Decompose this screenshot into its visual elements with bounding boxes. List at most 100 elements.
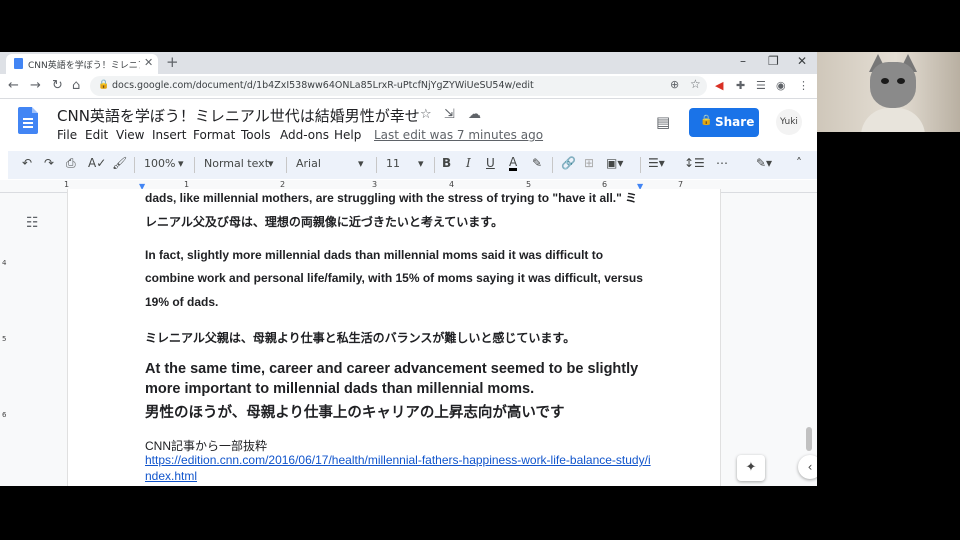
explore-icon[interactable]: ✦	[737, 455, 765, 481]
article-link-line-2[interactable]: ndex.html	[145, 469, 197, 483]
zoom-select[interactable]: 100%	[144, 157, 175, 170]
webcam-overlay	[817, 52, 960, 132]
docs-favicon-icon	[14, 58, 23, 69]
close-window-button[interactable]: ✕	[797, 54, 807, 68]
italic-icon[interactable]: I	[466, 156, 471, 170]
spellcheck-icon[interactable]: A✓	[88, 156, 106, 170]
bookmark-star-icon[interactable]: ☆	[690, 77, 701, 91]
scrollbar-thumb[interactable]	[806, 427, 812, 451]
ruler-number: 5	[526, 180, 532, 189]
extension-megaphone-icon[interactable]: ◀	[715, 79, 723, 92]
paragraph-5: CNN記事から一部抜粋	[145, 439, 267, 453]
paragraph-2-line-2: combine work and personal life/family, w…	[145, 271, 643, 285]
more-icon[interactable]: ⋯	[716, 156, 728, 170]
tab-strip: CNN英語を学ぼう！ミレニアル世代は ✕ + – ❐ ✕	[0, 52, 817, 74]
ruler-number: 1	[184, 180, 190, 189]
forward-icon[interactable]: →	[30, 78, 41, 93]
paragraph-4-line-3: 男性のほうが、母親より仕事上のキャリアの上昇志向が高いです	[145, 405, 565, 421]
document-canvas: 4 5 6 ☷ dads, like millennial mothers, a…	[0, 189, 817, 486]
omnibox[interactable]: 🔒 docs.google.com/document/d/1b4ZxI538ww…	[90, 76, 707, 96]
ruler-number: 1	[64, 180, 70, 189]
browser-menu-icon[interactable]: ⋮	[798, 79, 809, 92]
chevron-down-icon[interactable]: ▾	[358, 157, 364, 170]
menu-file[interactable]: File	[57, 128, 77, 142]
align-icon[interactable]: ☰▾	[648, 156, 665, 170]
ruler-number: 6	[2, 411, 7, 419]
highlight-icon[interactable]: ✎	[532, 156, 542, 170]
editing-mode-icon[interactable]: ✎▾	[756, 156, 772, 170]
underline-icon[interactable]: U	[486, 156, 495, 170]
menu-view[interactable]: View	[116, 128, 144, 142]
ruler-number: 2	[280, 180, 286, 189]
paint-format-icon[interactable]: 🖌	[112, 156, 127, 170]
menu-addons[interactable]: Add-ons	[280, 128, 329, 142]
paragraph-3: ミレニアル父親は、母親より仕事と私生活のバランスが難しいと感じています。	[145, 331, 576, 345]
paragraph-4-line-2: more important to millennial dads than m…	[145, 381, 535, 397]
redo-icon[interactable]: ↷	[44, 156, 54, 170]
comment-history-icon[interactable]: ▤	[656, 113, 670, 131]
ruler-number: 6	[602, 180, 608, 189]
document-title[interactable]: CNN英語を学ぼう！ミレニアル世代は結婚男性が幸せ	[57, 105, 420, 126]
home-icon[interactable]: ⌂	[72, 78, 80, 93]
chevron-down-icon[interactable]: ▾	[418, 157, 424, 170]
menu-edit[interactable]: Edit	[85, 128, 108, 142]
tab-docs[interactable]: CNN英語を学ぼう！ミレニアル世代は ✕	[6, 54, 158, 74]
docs-header: CNN英語を学ぼう！ミレニアル世代は結婚男性が幸せ ☆ ⇲ ☁ File Edi…	[0, 99, 817, 151]
restore-button[interactable]: ❐	[768, 54, 779, 68]
formatting-toolbar: ↶ ↷ ⎙ A✓ 🖌 100% ▾ Normal text ▾ Arial ▾ …	[8, 151, 817, 179]
share-button[interactable]: 🔒 Share	[689, 108, 759, 137]
side-panel-chevron-icon[interactable]: ‹	[798, 455, 817, 479]
ruler-number: 4	[2, 259, 7, 267]
reading-list-icon[interactable]: ☰	[756, 79, 766, 92]
undo-icon[interactable]: ↶	[22, 156, 32, 170]
profile-icon[interactable]: ◉	[776, 79, 786, 92]
tab-close-icon[interactable]: ✕	[144, 56, 153, 69]
add-comment-icon[interactable]: ⊞	[584, 156, 594, 170]
ruler-number: 4	[449, 180, 455, 189]
bold-icon[interactable]: B	[442, 156, 451, 170]
style-select[interactable]: Normal text	[204, 157, 269, 170]
font-select[interactable]: Arial	[296, 157, 321, 170]
line-spacing-icon[interactable]: ↕☰	[684, 156, 705, 170]
avatar[interactable]: Yuki	[776, 109, 802, 135]
insert-image-icon[interactable]: ▣▾	[606, 156, 623, 170]
tab-title: CNN英語を学ぼう！ミレニアル世代は	[28, 61, 140, 71]
star-icon[interactable]: ☆	[420, 107, 432, 122]
paragraph-4-line-1: At the same time, career and career adva…	[145, 361, 639, 377]
paragraph-2-line-1: In fact, slightly more millennial dads t…	[145, 248, 604, 262]
link-icon[interactable]: 🔗	[561, 156, 576, 170]
lock-icon: 🔒	[700, 115, 713, 126]
article-link-line-1[interactable]: https://edition.cnn.com/2016/06/17/healt…	[145, 453, 651, 467]
last-edit-link[interactable]: Last edit was 7 minutes ago	[374, 128, 543, 142]
minimize-button[interactable]: –	[740, 54, 746, 68]
menu-format[interactable]: Format	[193, 128, 235, 142]
document-outline-icon[interactable]: ☷	[26, 215, 39, 231]
text-color-icon[interactable]: A	[509, 156, 518, 171]
collapse-menus-icon[interactable]: ˄	[796, 156, 802, 170]
document-page[interactable]: dads, like millennial mothers, are strug…	[67, 189, 721, 486]
zoom-icon[interactable]: ⊕	[670, 78, 679, 91]
cloud-status-icon[interactable]: ☁	[468, 107, 481, 122]
paragraph-2-line-3: 19% of dads.	[145, 295, 219, 309]
new-tab-button[interactable]: +	[166, 53, 179, 71]
extensions-puzzle-icon[interactable]: ✚	[736, 79, 745, 92]
ruler-number: 5	[2, 335, 7, 343]
chevron-down-icon[interactable]: ▾	[178, 157, 184, 170]
move-folder-icon[interactable]: ⇲	[444, 107, 455, 122]
docs-logo-icon[interactable]	[18, 107, 38, 134]
ruler-number: 7	[678, 180, 684, 189]
menu-tools[interactable]: Tools	[241, 128, 271, 142]
reload-icon[interactable]: ↻	[52, 78, 63, 93]
paragraph-1-line-1: dads, like millennial mothers, are strug…	[145, 191, 638, 205]
font-size-select[interactable]: 11	[386, 157, 400, 170]
menu-insert[interactable]: Insert	[152, 128, 186, 142]
menu-help[interactable]: Help	[334, 128, 361, 142]
paragraph-1-line-2: レニアル父及び母は、理想の両親像に近づきたいと考えています。	[145, 215, 504, 229]
print-icon[interactable]: ⎙	[66, 156, 76, 171]
lock-icon: 🔒	[98, 80, 110, 90]
share-label: Share	[715, 115, 755, 129]
address-bar-row: ← → ↻ ⌂ 🔒 docs.google.com/document/d/1b4…	[0, 74, 817, 99]
back-icon[interactable]: ←	[8, 78, 19, 93]
chevron-down-icon[interactable]: ▾	[268, 157, 274, 170]
ruler-number: 3	[372, 180, 378, 189]
